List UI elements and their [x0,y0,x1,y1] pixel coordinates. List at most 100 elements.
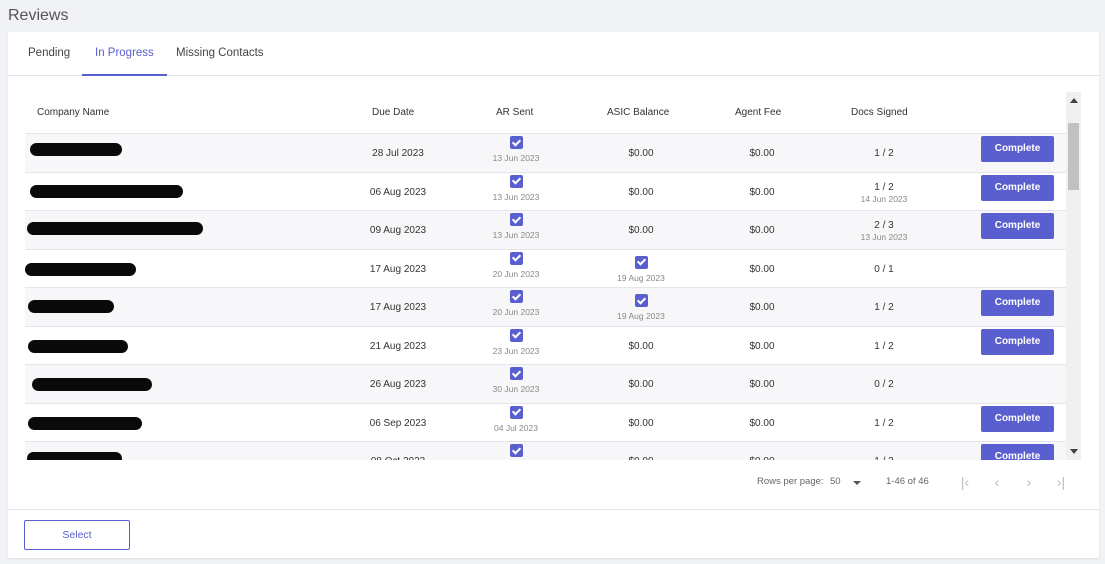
table-row[interactable]: 17 Aug 2023 20 Jun 2023 19 Aug 2023 $0.00 0 … [25,248,1066,288]
ar-sent-checkbox[interactable] [509,328,523,342]
cell-ar-sent: 20 Jun 2023 [473,251,559,279]
docs-signed-count: 1 / 2 [874,148,894,159]
asic-balance-value: $0.00 [628,379,654,390]
asic-balance-value: $0.00 [628,340,654,352]
redacted-company-name [30,143,122,156]
complete-button[interactable]: Complete [981,213,1054,239]
cell-ar-sent: 13 Jun 2023 [473,174,559,202]
asic-checkbox[interactable] [634,294,648,307]
docs-signed-count: 0 / 1 [874,263,894,275]
select-button[interactable]: Select [24,520,130,550]
complete-button[interactable]: Complete [981,328,1054,355]
caret-down-icon[interactable] [853,481,861,485]
agent-fee-value: $0.00 [749,302,775,313]
complete-button[interactable]: Complete [981,405,1054,432]
cell-agent-fee: $0.00 [719,264,805,275]
header-docs-signed[interactable]: Docs Signed [851,92,908,134]
agent-fee-value: $0.00 [749,417,775,429]
table-row[interactable]: 26 Aug 2023 30 Jun 2023 $0.00 $0.00 0 / 2 [25,364,1066,403]
table-row[interactable]: 09 Aug 2023 13 Jun 2023 $0.00 $0.00 2 / 3 13 … [25,210,1066,249]
table-row[interactable]: 06 Sep 2023 04 Jul 2023 $0.00 $0.00 1 / 2 Com… [25,402,1066,442]
first-page-icon[interactable]: |‹ [957,474,973,490]
redacted-company-name [28,300,114,313]
ar-sent-checkbox[interactable] [509,174,523,188]
next-page-icon[interactable]: › [1021,474,1037,490]
cell-asic-balance: 19 Aug 2023 [595,255,687,283]
complete-button[interactable]: Complete [981,290,1054,316]
cell-ar-sent [473,444,559,460]
scroll-thumb[interactable] [1068,123,1079,190]
table-row[interactable]: 17 Aug 2023 20 Jun 2023 19 Aug 2023 $0.00 1 … [25,287,1066,326]
cell-agent-fee: $0.00 [719,379,805,390]
redacted-company-name [27,222,203,235]
agent-fee-value: $0.00 [749,340,775,352]
due-date-text: 26 Aug 2023 [369,379,427,390]
rows-per-page-select[interactable]: 50 [830,476,841,487]
asic-checkbox[interactable] [634,255,648,269]
scroll-down-arrow-icon[interactable] [1070,449,1078,454]
cell-agent-fee: $0.00 [719,187,805,198]
ar-sent-checkbox[interactable] [509,290,523,303]
cell-agent-fee: $0.00 [719,341,805,352]
table-row[interactable]: 06 Aug 2023 13 Jun 2023 $0.00 $0.00 1 / 2 14 … [25,171,1066,211]
cell-docs-signed: 1 / 2 [841,302,927,313]
due-date-text: 08 Oct 2023 [355,456,441,460]
redacted-company-name [28,339,128,353]
cell-asic-balance: $0.00 [595,341,687,352]
ar-sent-date: 30 Jun 2023 [492,384,540,394]
asic-balance-value: $0.00 [595,456,687,460]
complete-button[interactable]: Complete [981,174,1054,201]
cell-docs-signed: 1 / 2 14 Jun 2023 [841,182,927,204]
cell-agent-fee: $0.00 [719,418,805,429]
cell-docs-signed: 2 / 3 13 Jun 2023 [841,220,927,242]
cell-due-date: 09 Aug 2023 [355,225,441,236]
asic-date: 19 Aug 2023 [617,311,665,321]
ar-sent-checkbox[interactable] [509,213,523,226]
cell-due-date: 17 Aug 2023 [355,302,441,313]
table-row[interactable]: 21 Aug 2023 23 Jun 2023 $0.00 $0.00 1 / 2 Com… [25,325,1066,365]
pagination: Rows per page: 50 1-46 of 46 |‹ ‹ › ›| [8,472,1099,492]
page-title: Reviews [8,7,69,24]
cell-ar-sent: 23 Jun 2023 [473,328,559,356]
tab-missing-contacts[interactable]: Missing Contacts [163,32,277,76]
cell-agent-fee: $0.00 [719,148,805,159]
cell-due-date: 17 Aug 2023 [355,264,441,275]
cell-agent-fee: $0.00 [719,225,805,236]
table-row[interactable]: 28 Jul 2023 13 Jun 2023 $0.00 $0.00 1 / 2 Com… [25,133,1066,172]
docs-signed-date: 13 Jun 2023 [860,232,908,242]
ar-sent-date: 23 Jun 2023 [492,345,540,356]
agent-fee-value: $0.00 [749,263,775,275]
due-date-text: 28 Jul 2023 [372,148,424,159]
due-date-text: 06 Aug 2023 [369,186,427,198]
due-date-text: 09 Aug 2023 [369,225,427,236]
tab-pending[interactable]: Pending [15,32,83,76]
ar-sent-date: 13 Jun 2023 [492,191,540,202]
table-row[interactable]: 08 Oct 2023 $0.00 $0.00 1 / 2 Complete [25,441,1066,460]
previous-page-icon[interactable]: ‹ [989,474,1005,490]
cell-due-date: 21 Aug 2023 [355,341,441,352]
docs-signed-count: 1 / 2 [841,456,927,460]
header-agent-fee[interactable]: Agent Fee [735,92,781,134]
header-due-date[interactable]: Due Date [372,92,414,134]
last-page-icon[interactable]: ›| [1053,474,1069,490]
ar-sent-checkbox[interactable] [509,444,523,457]
table-body: 28 Jul 2023 13 Jun 2023 $0.00 $0.00 1 / 2 Com… [25,133,1066,460]
table-scrollbar[interactable] [1066,92,1081,460]
header-asic-balance[interactable]: ASIC Balance [607,92,669,134]
ar-sent-checkbox[interactable] [509,405,523,419]
header-company-name[interactable]: Company Name [37,92,109,134]
ar-sent-checkbox[interactable] [509,367,523,380]
tab-in-progress[interactable]: In Progress [82,32,167,76]
scroll-up-arrow-icon[interactable] [1070,98,1078,103]
docs-signed-count: 0 / 2 [874,379,894,390]
header-ar-sent[interactable]: AR Sent [496,92,533,134]
cell-agent-fee: $0.00 [719,456,805,460]
ar-sent-checkbox[interactable] [509,251,523,265]
agent-fee-value: $0.00 [749,225,775,236]
complete-button[interactable]: Complete [981,136,1054,162]
cell-due-date: 06 Sep 2023 [355,418,441,429]
cell-docs-signed: 1 / 2 [841,418,927,429]
cell-due-date: 26 Aug 2023 [355,379,441,390]
ar-sent-checkbox[interactable] [509,136,523,149]
complete-button[interactable]: Complete [981,444,1054,460]
